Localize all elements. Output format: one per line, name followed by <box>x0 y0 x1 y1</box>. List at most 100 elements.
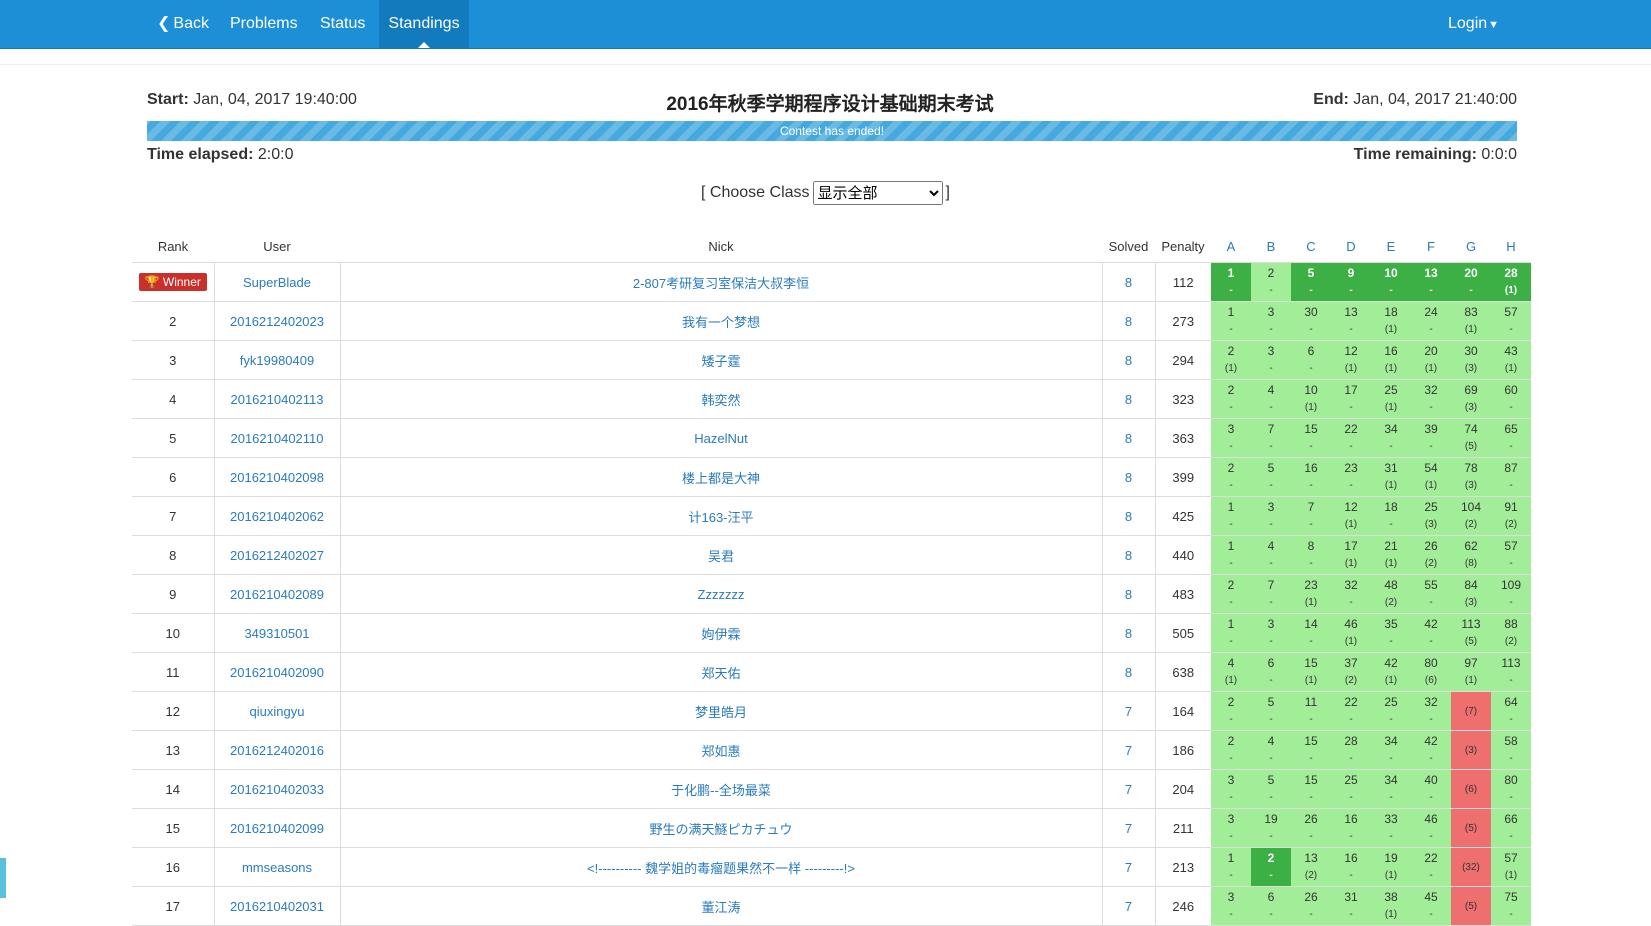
user-link[interactable]: 2016212402023 <box>230 314 324 329</box>
col-problem-g[interactable]: G <box>1451 230 1491 263</box>
solved-link[interactable]: 8 <box>1125 431 1132 446</box>
problem-cell-d: 23 - <box>1331 457 1371 497</box>
back-link[interactable]: ❮ Back <box>157 0 209 48</box>
solve-time: 60 <box>1504 383 1518 397</box>
problem-cell-c: 15 (1) <box>1291 652 1331 692</box>
solve-time: 1 <box>1227 305 1235 319</box>
solved-link[interactable]: 7 <box>1125 821 1132 836</box>
nick-link[interactable]: 韩奕然 <box>701 393 740 408</box>
solve-time: 4 <box>1267 383 1275 397</box>
nick-link[interactable]: <!---------- 魏学姐的毒瘤题果然不一样 ---------!> <box>587 861 855 876</box>
nick-link[interactable]: 姁伊霖 <box>701 627 740 642</box>
nick-link[interactable]: 郑如惠 <box>701 744 740 759</box>
user-link[interactable]: fyk19980409 <box>240 353 314 368</box>
solve-time: 2 <box>1227 383 1235 397</box>
user-link[interactable]: 2016210402089 <box>230 587 324 602</box>
nick-link[interactable]: 2-807考研复习室保洁大叔李恒 <box>633 276 809 291</box>
solved-link[interactable]: 7 <box>1125 899 1132 914</box>
nav-standings[interactable]: Standings <box>379 0 469 48</box>
solve-time: 3 <box>1227 812 1235 826</box>
user-link[interactable]: SuperBlade <box>243 275 311 290</box>
class-select[interactable]: 显示全部 <box>812 181 943 205</box>
solved-link[interactable]: 7 <box>1125 782 1132 797</box>
solved-cell: 7 <box>1101 730 1155 770</box>
col-problem-a[interactable]: A <box>1211 230 1251 263</box>
solve-time: 12 <box>1344 500 1358 514</box>
nick-cell: 韩奕然 <box>339 379 1102 419</box>
solve-time: 83 <box>1464 305 1478 319</box>
solved-link[interactable]: 7 <box>1125 743 1132 758</box>
solved-link[interactable]: 7 <box>1125 860 1132 875</box>
user-link[interactable]: 2016210402099 <box>230 821 324 836</box>
solve-time: 109 <box>1500 578 1522 592</box>
solved-link[interactable]: 7 <box>1125 704 1132 719</box>
problem-cell-e: 33 - <box>1371 808 1411 848</box>
nick-link[interactable]: HazelNut <box>694 431 747 446</box>
side-tab[interactable] <box>0 858 6 898</box>
bracket-open: [ <box>701 184 706 202</box>
solved-link[interactable]: 8 <box>1125 392 1132 407</box>
solved-link[interactable]: 8 <box>1125 314 1132 329</box>
nick-link[interactable]: 董江涛 <box>701 900 740 915</box>
attempts: - <box>1509 831 1513 842</box>
nav-status[interactable]: Status <box>320 0 365 48</box>
problem-cell-f: 24 - <box>1411 301 1451 341</box>
nick-link[interactable]: 郑天佑 <box>701 666 740 681</box>
user-link[interactable]: qiuxingyu <box>250 704 305 719</box>
col-problem-h[interactable]: H <box>1491 230 1531 263</box>
solved-link[interactable]: 8 <box>1125 470 1132 485</box>
attempts: (5) <box>1464 636 1478 647</box>
table-row: 7 2016210402062 计163-汪平 8 425 1-3-7-12 (1) 18-2… <box>132 496 1531 536</box>
problem-cell-f: 26 (2) <box>1411 535 1451 575</box>
attempts: - <box>1509 324 1513 335</box>
user-link[interactable]: 2016210402098 <box>230 470 324 485</box>
standings-table: Rank User Nick Solved Penalty A B C D E … <box>132 230 1531 926</box>
solved-link[interactable]: 8 <box>1125 275 1132 290</box>
problem-cell-a: 1- <box>1211 496 1251 536</box>
col-problem-c[interactable]: C <box>1291 230 1331 263</box>
col-problem-e[interactable]: E <box>1371 230 1411 263</box>
attempts: (1) <box>1384 870 1398 881</box>
solved-link[interactable]: 8 <box>1125 548 1132 563</box>
user-link[interactable]: 2016210402033 <box>230 782 324 797</box>
attempts: (2) <box>1504 519 1518 530</box>
col-problem-b[interactable]: B <box>1251 230 1291 263</box>
nick-link[interactable]: 我有一个梦想 <box>682 315 760 330</box>
solved-link[interactable]: 8 <box>1125 626 1132 641</box>
problem-cell-h: 64 - <box>1491 691 1531 731</box>
problem-cell-h: 57 - <box>1491 535 1531 575</box>
col-problem-d[interactable]: D <box>1331 230 1371 263</box>
solve-time: 11 <box>1304 695 1318 709</box>
nick-cell: 吴君 <box>339 535 1102 575</box>
solve-time: 20 <box>1464 266 1478 280</box>
nick-link[interactable]: 野生の满天鱁ピカチュウ <box>649 822 792 837</box>
user-link[interactable]: 2016212402027 <box>230 548 324 563</box>
solve-time: 4 <box>1227 656 1235 670</box>
user-link[interactable]: 2016210402090 <box>230 665 324 680</box>
user-link[interactable]: 2016210402110 <box>230 431 323 446</box>
solved-link[interactable]: 8 <box>1125 665 1132 680</box>
nick-link[interactable]: Zzzzzzz <box>698 587 745 602</box>
solved-link[interactable]: 8 <box>1125 509 1132 524</box>
nick-link[interactable]: 矮子霆 <box>701 354 740 369</box>
user-link[interactable]: 2016212402016 <box>230 743 324 758</box>
solved-link[interactable]: 8 <box>1125 353 1132 368</box>
user-link[interactable]: 2016210402031 <box>230 899 324 914</box>
solved-link[interactable]: 8 <box>1125 587 1132 602</box>
end-value: Jan, 04, 2017 21:40:00 <box>1353 91 1517 108</box>
col-problem-f[interactable]: F <box>1411 230 1451 263</box>
user-link[interactable]: 2016210402062 <box>230 509 324 524</box>
nick-link[interactable]: 于化鹏--全场最菜 <box>671 783 771 798</box>
login-dropdown[interactable]: Login▼ <box>1448 0 1499 48</box>
solve-time: 8 <box>1307 539 1315 553</box>
user-link[interactable]: 349310501 <box>244 626 309 641</box>
nick-link[interactable]: 楼上都是大神 <box>682 471 760 486</box>
nick-link[interactable]: 计163-汪平 <box>688 510 753 525</box>
col-user: User <box>214 230 340 263</box>
solve-time: 2 <box>1267 266 1275 280</box>
nick-link[interactable]: 梦里皓月 <box>695 705 747 720</box>
user-link[interactable]: mmseasons <box>242 860 312 875</box>
nav-problems[interactable]: Problems <box>230 0 298 48</box>
nick-link[interactable]: 吴君 <box>708 549 734 564</box>
user-link[interactable]: 2016210402113 <box>230 392 323 407</box>
